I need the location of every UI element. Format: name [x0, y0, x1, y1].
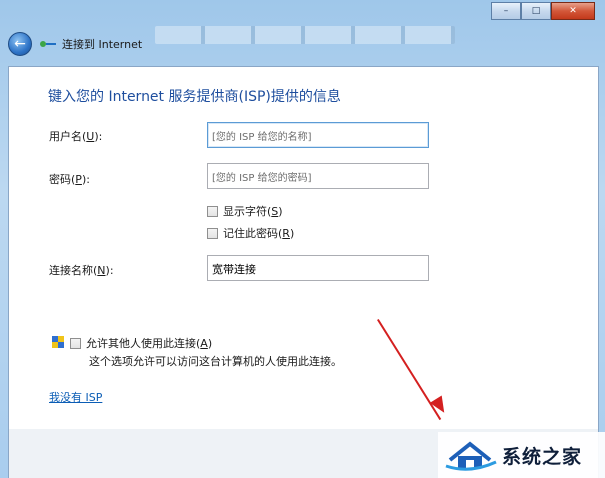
- remember-password-checkbox[interactable]: [207, 227, 218, 239]
- nav-bar: ← 连接到 Internet: [8, 32, 142, 56]
- username-placeholder: [您的 ISP 给您的名称]: [212, 132, 312, 143]
- allow-others-row[interactable]: 允许其他人使用此连接(A): [52, 335, 212, 351]
- allow-others-note: 这个选项允许可以访问这台计算机的人使用此连接。: [89, 355, 342, 368]
- watermark-text: 系统之家: [502, 445, 583, 468]
- arrow-left-icon: ←: [14, 36, 26, 52]
- show-chars-checkbox-row[interactable]: 显示字符(S): [207, 203, 283, 219]
- remember-password-checkbox-row[interactable]: 记住此密码(R): [207, 225, 294, 241]
- page-heading: 键入您的 Internet 服务提供商(ISP)提供的信息: [48, 89, 341, 105]
- password-input[interactable]: [您的 ISP 给您的密码]: [207, 163, 429, 189]
- wizard-content: 键入您的 Internet 服务提供商(ISP)提供的信息 用户名(U): [您…: [8, 66, 599, 430]
- username-label: 用户名(U):: [49, 130, 103, 143]
- minimize-button[interactable]: –: [491, 2, 521, 20]
- connection-name-input[interactable]: 宽带连接: [207, 255, 429, 281]
- caption-buttons: – □ ✕: [491, 2, 595, 20]
- watermark-logo-icon: [444, 438, 498, 472]
- background-toolbar: [155, 26, 455, 44]
- password-placeholder: [您的 ISP 给您的密码]: [212, 173, 312, 184]
- password-label: 密码(P):: [49, 173, 90, 186]
- maximize-button[interactable]: □: [521, 2, 551, 20]
- window-title: 连接到 Internet: [62, 38, 143, 51]
- back-button[interactable]: ←: [8, 32, 32, 56]
- username-input[interactable]: [您的 ISP 给您的名称]: [207, 122, 429, 148]
- show-chars-checkbox[interactable]: [207, 205, 218, 217]
- connection-name-value: 宽带连接: [212, 263, 256, 276]
- watermark: 系统之家: [438, 432, 605, 478]
- network-connection-icon: [40, 38, 56, 50]
- allow-others-checkbox[interactable]: [70, 337, 81, 349]
- connection-name-label: 连接名称(N):: [49, 264, 114, 277]
- no-isp-link[interactable]: 我没有 ISP: [49, 389, 102, 405]
- close-button[interactable]: ✕: [551, 2, 595, 20]
- uac-shield-icon: [52, 335, 65, 351]
